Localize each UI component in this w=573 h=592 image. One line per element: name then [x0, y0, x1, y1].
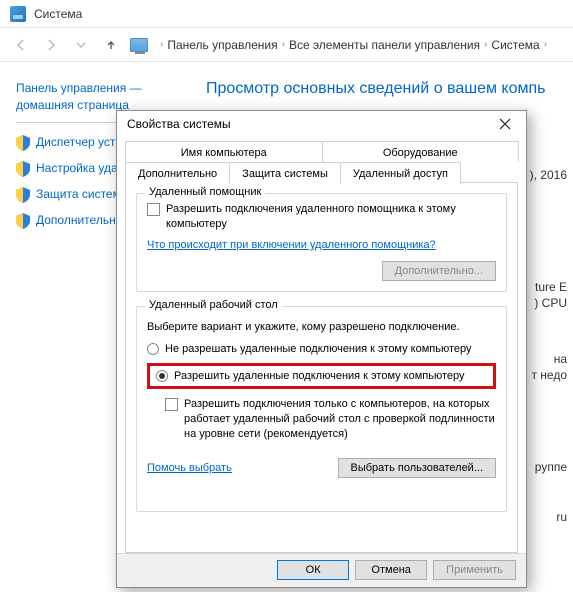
system-properties-dialog: Свойства системы Имя компьютера Оборудов… — [116, 110, 527, 588]
page-title: Просмотр основных сведений о вашем компь — [206, 80, 546, 98]
tab-computer-name[interactable]: Имя компьютера — [125, 141, 323, 162]
sidebar-item-label: Защита систем — [36, 187, 121, 203]
parent-titlebar: Система — [0, 0, 573, 28]
radio-label: Разрешить удаленные подключения к этому … — [174, 370, 465, 382]
radio-icon — [156, 370, 168, 382]
sidebar-item-label: Диспетчер устр — [36, 135, 122, 151]
dialog-buttons: ОК Отмена Применить — [117, 553, 526, 587]
bg-fragment: на — [554, 352, 567, 366]
group-label: Удаленный рабочий стол — [145, 299, 282, 311]
group-remote-assistance: Удаленный помощник Разрешить подключения… — [136, 193, 507, 293]
breadcrumb-item[interactable]: Все элементы панели управления — [289, 38, 480, 52]
highlight-box: Разрешить удаленные подключения к этому … — [147, 363, 496, 389]
chevron-right-icon: › — [282, 39, 285, 50]
tab-remote[interactable]: Удаленный доступ — [340, 162, 461, 184]
checkbox-icon — [165, 398, 178, 411]
button-assistance-advanced[interactable]: Дополнительно... — [382, 261, 496, 281]
cancel-button[interactable]: Отмена — [355, 560, 427, 580]
radio-deny-connections[interactable]: Не разрешать удаленные подключения к это… — [147, 343, 496, 355]
breadcrumb-item[interactable]: Панель управления — [167, 38, 277, 52]
close-button[interactable] — [490, 112, 520, 136]
navbar: › Панель управления › Все элементы панел… — [0, 28, 573, 62]
breadcrumb[interactable]: › Панель управления › Все элементы панел… — [160, 38, 547, 52]
nav-forward-icon[interactable] — [40, 34, 62, 56]
shield-icon — [16, 161, 30, 177]
shield-icon — [16, 187, 30, 203]
bg-fragment: ture E — [535, 280, 567, 294]
chevron-right-icon: › — [544, 39, 547, 50]
radio-label: Не разрешать удаленные подключения к это… — [165, 343, 472, 355]
breadcrumb-item[interactable]: Система — [491, 38, 539, 52]
checkbox-icon — [147, 203, 160, 216]
tab-hardware[interactable]: Оборудование — [322, 141, 520, 162]
nav-up-icon[interactable] — [100, 34, 122, 56]
nav-back-icon[interactable] — [10, 34, 32, 56]
link-what-happens[interactable]: Что происходит при включении удаленного … — [147, 239, 436, 251]
radio-icon — [147, 343, 159, 355]
pc-icon — [130, 38, 148, 52]
group-remote-desktop: Удаленный рабочий стол Выберите вариант … — [136, 306, 507, 512]
checkbox-nla[interactable]: Разрешить подключения только с компьютер… — [165, 397, 496, 442]
group-label: Удаленный помощник — [145, 186, 265, 198]
shield-icon — [16, 135, 30, 151]
nav-down-icon[interactable] — [70, 34, 92, 56]
button-select-users[interactable]: Выбрать пользователей... — [338, 458, 497, 478]
bg-fragment: ) CPU — [534, 296, 567, 310]
dialog-titlebar: Свойства системы — [117, 111, 526, 137]
checkbox-allow-assistance[interactable]: Разрешить подключения удаленного помощни… — [147, 202, 496, 232]
ok-button[interactable]: ОК — [277, 560, 349, 580]
parent-title: Система — [34, 7, 82, 21]
tab-panel-remote: Удаленный помощник Разрешить подключения… — [125, 183, 518, 553]
shield-icon — [16, 213, 30, 229]
chevron-right-icon: › — [160, 39, 163, 50]
dialog-title: Свойства системы — [127, 117, 231, 131]
bg-fragment: ru — [556, 510, 567, 524]
checkbox-label: Разрешить подключения только с компьютер… — [184, 397, 496, 442]
apply-button[interactable]: Применить — [433, 560, 516, 580]
tab-advanced[interactable]: Дополнительно — [125, 162, 230, 183]
system-icon — [10, 6, 26, 22]
bg-fragment: т недо — [531, 368, 567, 382]
chevron-right-icon: › — [484, 39, 487, 50]
radio-allow-connections[interactable]: Разрешить удаленные подключения к этому … — [156, 370, 487, 382]
link-help-choose[interactable]: Помочь выбрать — [147, 462, 232, 474]
group-desc: Выберите вариант и укажите, кому разреше… — [147, 321, 496, 333]
tab-system-protection[interactable]: Защита системы — [229, 162, 341, 183]
bg-fragment: руппе — [535, 460, 567, 474]
checkbox-label: Разрешить подключения удаленного помощни… — [166, 202, 496, 232]
